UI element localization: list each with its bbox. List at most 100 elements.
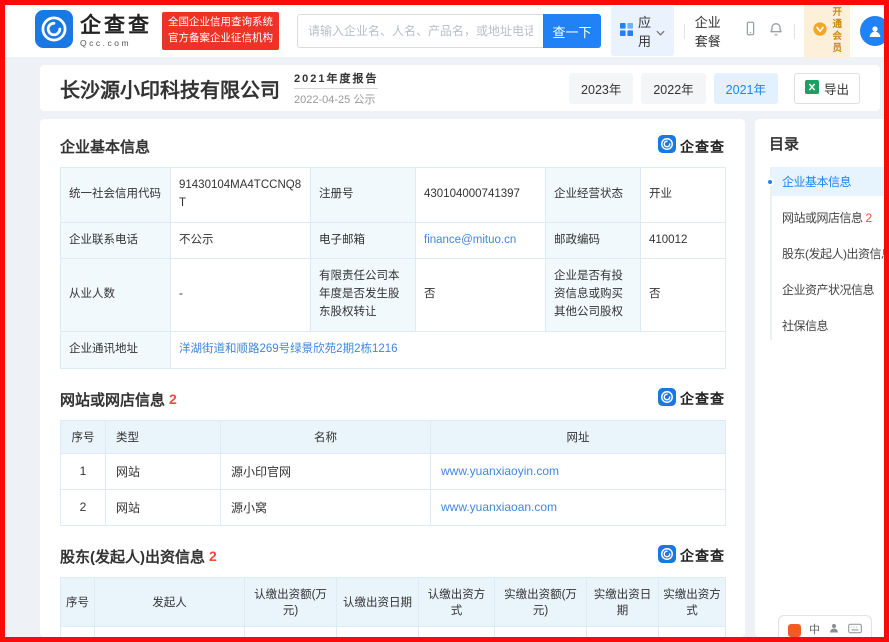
toc-item-basic-info[interactable]: 企业基本信息	[772, 167, 889, 196]
cell-url: www.yuanxiaoan.com	[431, 489, 726, 525]
tab-year-2023[interactable]: 2023年	[569, 73, 633, 104]
section-website-info: 网站或网店信息 2 企查查 序号 类型	[60, 388, 725, 526]
phone-icon	[743, 20, 758, 42]
apps-menu-button[interactable]: 应用	[611, 6, 674, 56]
page-title: 长沙源小印科技有限公司	[60, 74, 280, 103]
vip-label: 开通 会员	[832, 7, 842, 55]
logo-domain: Qcc.com	[80, 39, 152, 48]
info-value: 洋湖街道和顺路269号绿景欣苑2期2栋1216	[171, 331, 726, 368]
cell-sub-method: 货币	[419, 626, 495, 642]
toc-item-shareholders[interactable]: 股东(发起人)出资信息2	[772, 239, 889, 268]
enterprise-package-link[interactable]: 企业套餐	[695, 12, 733, 50]
section-title: 企业基本信息	[60, 136, 150, 157]
column-header: 实缴出资方式	[659, 577, 726, 626]
website-link[interactable]: www.yuanxiaoyin.com	[441, 464, 559, 478]
section-count-badge: 2	[169, 391, 177, 407]
export-button[interactable]: 导出	[794, 73, 860, 104]
vip-upgrade-button[interactable]: 开通 会员	[804, 4, 850, 58]
info-label: 企业联系电话	[61, 222, 171, 259]
qcc-watermark-text: 企查查	[680, 137, 725, 157]
qcc-watermark: 企查查	[658, 388, 725, 411]
info-value: 否	[641, 259, 726, 331]
shareholder-link[interactable]: 长沙米拓信息技术有限公司	[105, 638, 237, 642]
cell-url: www.yuanxiaoyin.com	[431, 453, 726, 489]
info-label: 统一社会信用代码	[61, 168, 171, 223]
info-label: 邮政编码	[546, 222, 641, 259]
top-navbar: 企查查 Qcc.com 全国企业信用查询系统 官方备案企业征信机构 查一下 应用	[5, 5, 884, 57]
column-header: 认缴出资额(万元)	[245, 577, 337, 626]
column-header: 网址	[431, 420, 726, 453]
info-label: 注册号	[311, 168, 416, 223]
info-value: 开业	[641, 168, 726, 223]
toc-item-website-info[interactable]: 网站或网店信息2	[772, 203, 889, 232]
cell-no: 1	[61, 626, 95, 642]
cell-sub-date: 2035-12-31	[337, 626, 419, 642]
column-header: 实缴出资日期	[587, 577, 659, 626]
info-label: 电子邮箱	[311, 222, 416, 259]
table-row: 1 长沙米拓信息技术有限公司 400 2035-12-31 货币 0 - 其他	[61, 626, 726, 642]
email-link[interactable]: finance@mituo.cn	[424, 234, 516, 246]
search-input[interactable]	[297, 14, 543, 48]
section-basic-info: 企业基本信息 企查查 统一社会信用代码 91430104MA4TCCNQ8	[60, 135, 725, 369]
qcc-logo-icon	[35, 10, 73, 53]
qcc-watermark-icon	[658, 135, 676, 158]
avatar[interactable]	[860, 16, 889, 46]
address-link[interactable]: 洋湖街道和顺路269号绿景欣苑2期2栋1216	[179, 343, 398, 355]
basic-info-table: 统一社会信用代码 91430104MA4TCCNQ8T 注册号 43010400…	[60, 167, 726, 369]
report-title-card: 长沙源小印科技有限公司 2021年度报告 2022-04-25 公示 2023年…	[40, 65, 880, 111]
tab-year-2021[interactable]: 2021年	[714, 73, 778, 104]
qcc-watermark: 企查查	[658, 545, 725, 568]
qcc-logo[interactable]: 企查查 Qcc.com	[35, 10, 152, 53]
toc-item-social-security[interactable]: 社保信息	[772, 311, 889, 340]
website-table: 序号 类型 名称 网址 1 网站 源小印官网 www.yuanxiaoyin.c…	[60, 420, 726, 526]
column-header: 实缴出资额(万元)	[495, 577, 587, 626]
page-body: 长沙源小印科技有限公司 2021年度报告 2022-04-25 公示 2023年…	[5, 57, 884, 637]
section-shareholders: 股东(发起人)出资信息 2 企查查 序号 发起人	[60, 545, 725, 642]
info-value: 430104000741397	[416, 168, 546, 223]
cell-paid-amount: 0	[495, 626, 587, 642]
section-header: 网站或网店信息 2 企查查	[60, 388, 725, 411]
notifications-button[interactable]	[768, 21, 784, 42]
qcc-watermark-text: 企查查	[680, 389, 725, 409]
cell-shareholder: 长沙米拓信息技术有限公司	[95, 626, 245, 642]
website-link[interactable]: www.yuanxiaoan.com	[441, 500, 557, 514]
qcc-logo-text: 企查查 Qcc.com	[80, 15, 152, 48]
section-title: 网站或网店信息	[60, 389, 165, 410]
mobile-app-button[interactable]	[743, 20, 758, 42]
user-icon[interactable]	[828, 621, 840, 639]
divider	[794, 24, 795, 39]
export-label: 导出	[824, 79, 849, 98]
section-title: 股东(发起人)出资信息	[60, 546, 205, 567]
section-count-badge: 2	[209, 548, 217, 564]
toc-item-assets[interactable]: 企业资产状况信息	[772, 275, 889, 304]
cell-no: 2	[61, 489, 106, 525]
apps-label: 应用	[638, 12, 651, 50]
qcc-watermark-text: 企查查	[680, 546, 725, 566]
chevron-down-icon	[656, 24, 665, 39]
info-value: 410012	[641, 222, 726, 259]
report-publish-date: 2022-04-25 公示	[294, 91, 378, 107]
table-header-row: 序号 类型 名称 网址	[61, 420, 726, 453]
qcc-watermark-icon	[658, 388, 676, 411]
column-header: 类型	[106, 420, 221, 453]
search-button[interactable]: 查一下	[543, 14, 601, 48]
section-header: 企业基本信息 企查查	[60, 135, 725, 158]
qcc-watermark: 企查查	[658, 135, 725, 158]
topbar-right-cluster: 应用 企业套餐	[611, 4, 874, 58]
keyboard-icon[interactable]	[848, 621, 862, 639]
toc-sidebar: 目录 企业基本信息 网站或网店信息2 股东(发起人)出资信息2 企业资产状况信息	[755, 119, 889, 637]
divider	[684, 24, 685, 39]
column-header: 认缴出资方式	[419, 577, 495, 626]
info-label: 企业通讯地址	[61, 331, 171, 368]
extension-icon[interactable]	[788, 624, 801, 637]
translate-icon[interactable]: 中	[809, 624, 820, 637]
cell-type: 网站	[106, 453, 221, 489]
tab-year-2022[interactable]: 2022年	[641, 73, 705, 104]
table-row: 企业通讯地址 洋湖街道和顺路269号绿景欣苑2期2栋1216	[61, 331, 726, 368]
section-header: 股东(发起人)出资信息 2 企查查	[60, 545, 725, 568]
info-value: 否	[416, 259, 546, 331]
apps-grid-icon	[620, 23, 633, 39]
column-header: 认缴出资日期	[337, 577, 419, 626]
toc-count-badge: 2	[866, 211, 872, 225]
info-label: 企业经营状态	[546, 168, 641, 223]
